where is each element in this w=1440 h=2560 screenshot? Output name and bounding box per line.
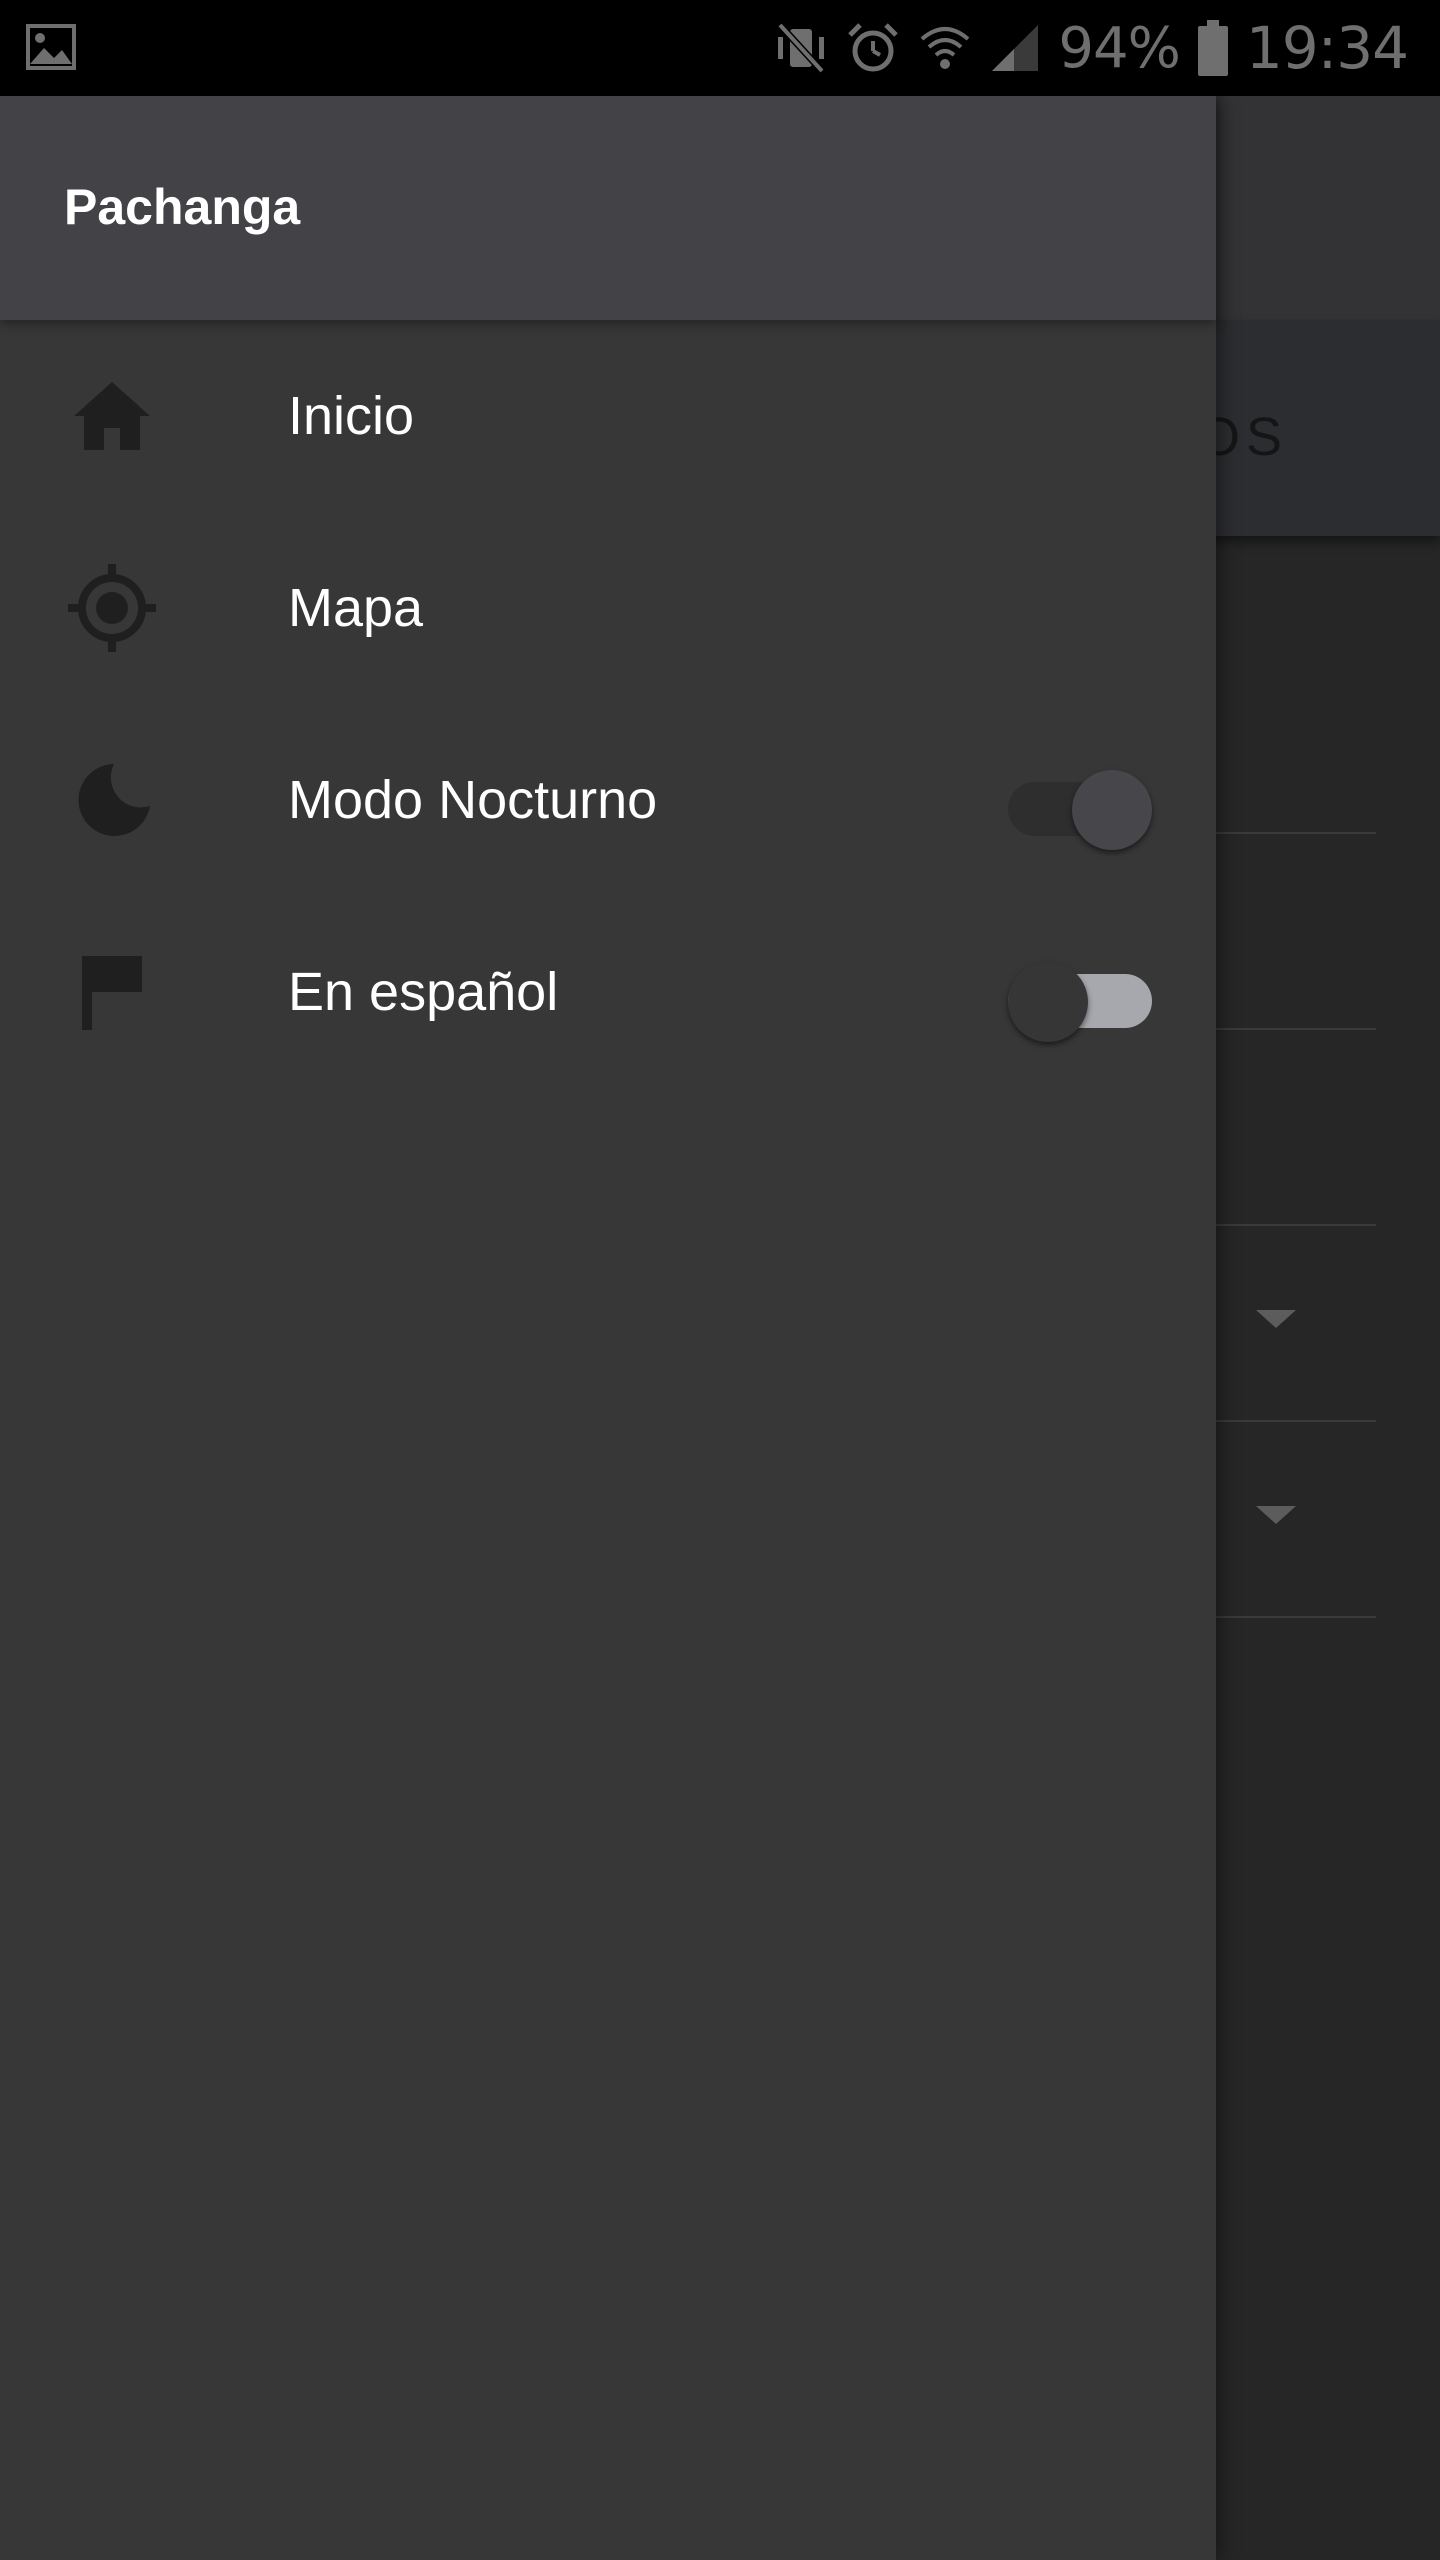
toggle-thumb bbox=[1072, 770, 1152, 850]
status-bar: 94% 19:34 bbox=[0, 0, 1440, 96]
menu-item-label: En español bbox=[288, 962, 559, 1022]
signal-icon bbox=[990, 23, 1040, 73]
moon-icon bbox=[64, 752, 160, 848]
location-target-icon bbox=[64, 560, 160, 656]
flag-icon bbox=[64, 944, 160, 1040]
battery-percent: 94% bbox=[1058, 15, 1180, 81]
menu-item-label: Mapa bbox=[288, 578, 424, 638]
home-icon bbox=[64, 368, 160, 464]
spanish-language-toggle[interactable] bbox=[1008, 952, 1152, 1042]
list-divider bbox=[1216, 1028, 1376, 1030]
menu-item-inicio[interactable]: Inicio bbox=[0, 320, 1216, 512]
night-mode-toggle[interactable] bbox=[1008, 760, 1152, 850]
menu-item-modo-nocturno[interactable]: Modo Nocturno bbox=[0, 704, 1216, 896]
navigation-drawer: Pachanga Inicio Mapa Modo Nocturno En es… bbox=[0, 96, 1216, 2560]
list-divider bbox=[1216, 1616, 1376, 1618]
menu-item-label: Modo Nocturno bbox=[288, 770, 658, 830]
dropdown-arrow-icon bbox=[1256, 1310, 1296, 1328]
gallery-icon bbox=[26, 24, 76, 70]
list-divider bbox=[1216, 1224, 1376, 1226]
toggle-thumb bbox=[1008, 962, 1088, 1042]
list-divider bbox=[1216, 1420, 1376, 1422]
battery-icon bbox=[1197, 20, 1228, 76]
drawer-title: Pachanga bbox=[64, 179, 301, 235]
dropdown-arrow-icon bbox=[1256, 1506, 1296, 1524]
wifi-icon bbox=[918, 21, 972, 75]
menu-item-en-espanol[interactable]: En español bbox=[0, 896, 1216, 1088]
list-divider bbox=[1216, 832, 1376, 834]
menu-item-label: Inicio bbox=[288, 386, 415, 446]
menu-item-mapa[interactable]: Mapa bbox=[0, 512, 1216, 704]
vibrate-mute-icon bbox=[774, 21, 828, 75]
drawer-header: Pachanga bbox=[0, 96, 1216, 320]
clock: 19:34 bbox=[1245, 14, 1409, 82]
alarm-icon bbox=[846, 21, 900, 75]
status-icons: 94% 19:34 bbox=[774, 0, 1409, 96]
